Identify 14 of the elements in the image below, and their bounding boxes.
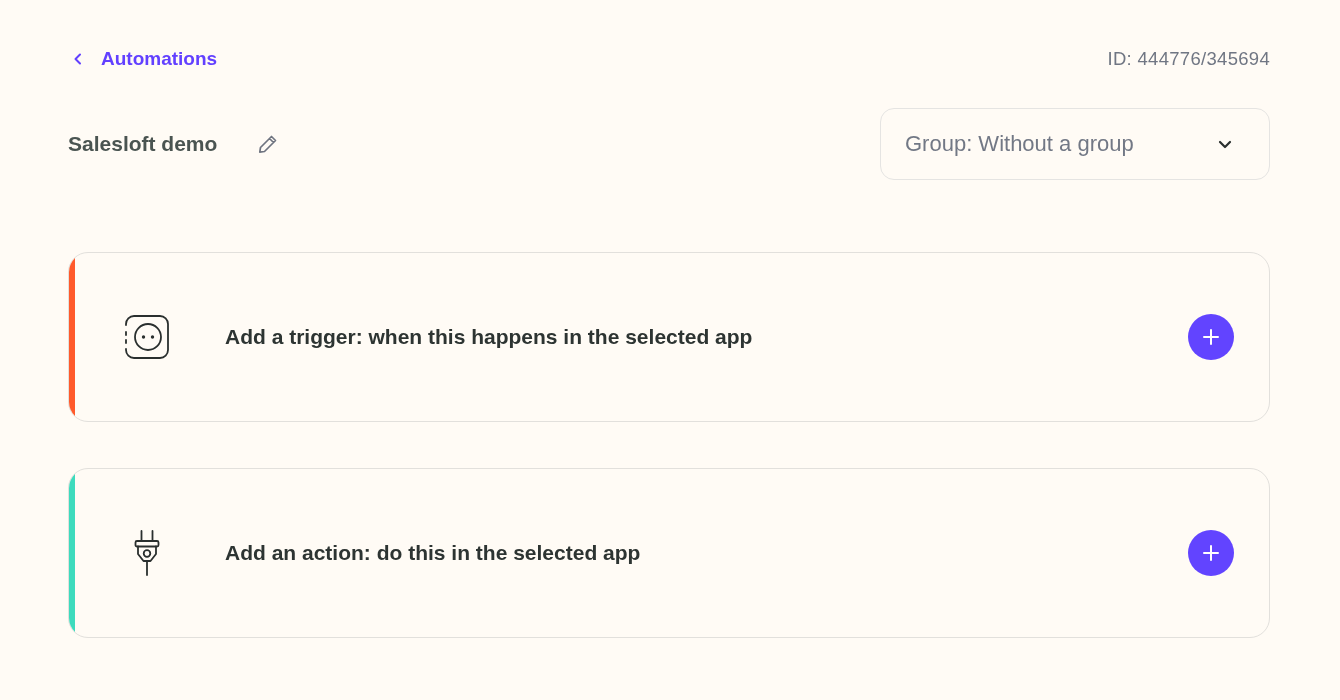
add-step-button[interactable]: [1188, 530, 1234, 576]
chevron-down-icon: [1218, 139, 1232, 149]
group-dropdown[interactable]: Group: Without a group: [880, 108, 1270, 180]
socket-icon: [125, 315, 169, 359]
back-link[interactable]: Automations: [68, 48, 218, 70]
plus-icon: [1202, 544, 1220, 562]
step-label: Add a trigger: when this happens in the selected app: [225, 325, 754, 349]
plus-icon: [1202, 328, 1220, 346]
automation-title: Salesloft demo: [68, 132, 218, 156]
add-step-button[interactable]: [1188, 314, 1234, 360]
plug-icon: [134, 530, 160, 576]
step-label: Add an action: do this in the selected app: [225, 541, 642, 565]
chevron-left-icon: [73, 53, 83, 65]
automation-id: ID: 444776/345694: [1107, 48, 1270, 70]
